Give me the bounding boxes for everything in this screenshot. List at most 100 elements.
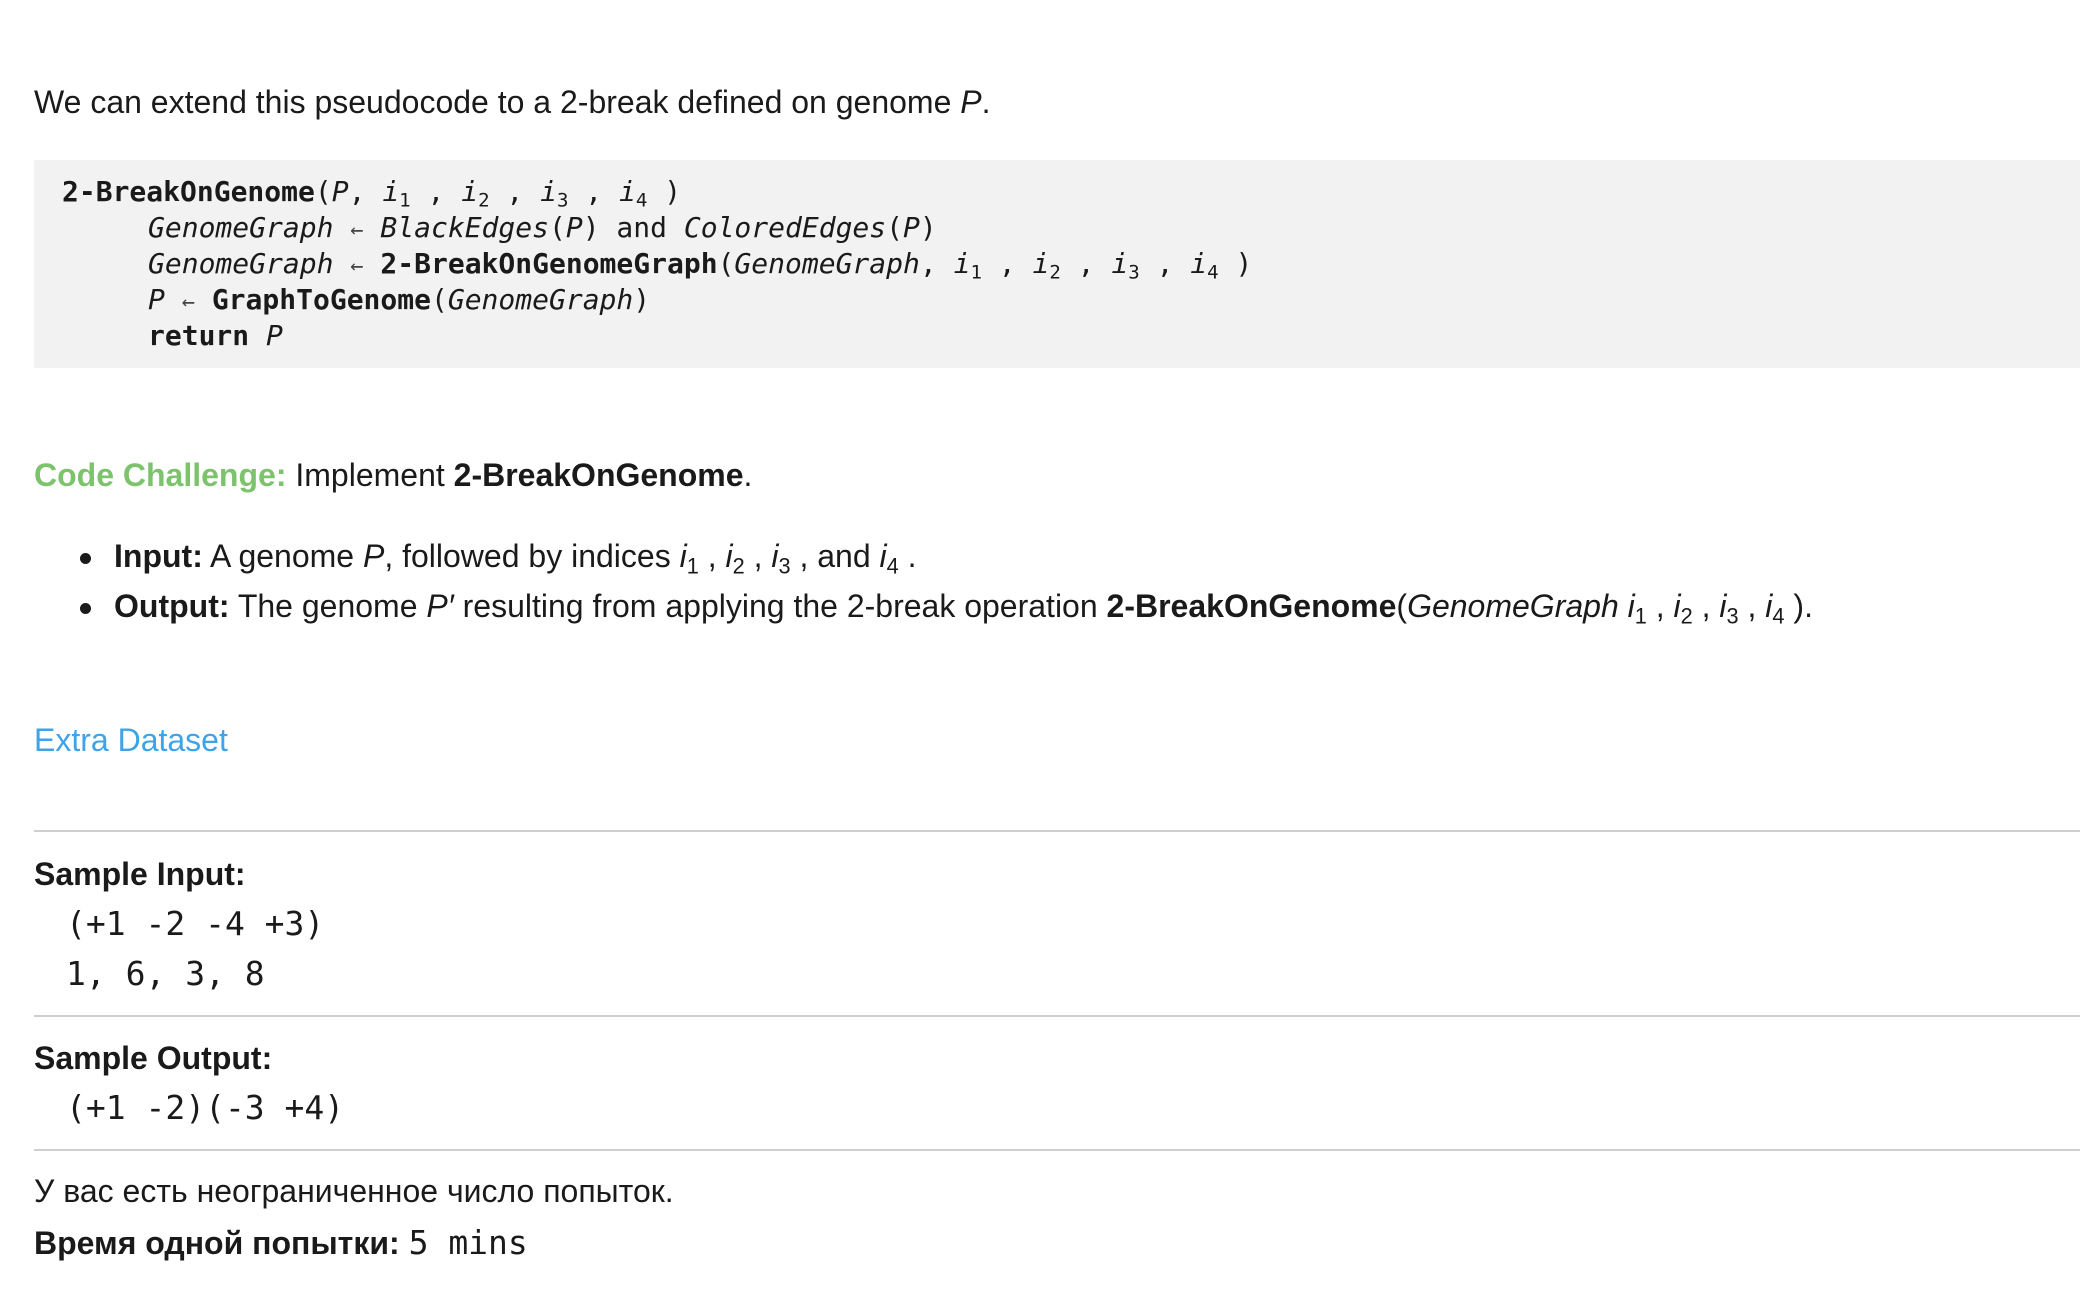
sample-output-title: Sample Output: [34, 1040, 273, 1076]
sample-input-line: (+1 -2 -4 +3) [66, 904, 325, 943]
pseudocode-line-2: GenomeGraph ← BlackEdges(P) and ColoredE… [148, 210, 937, 249]
param-p: P [148, 283, 165, 316]
paren-open: ( [717, 247, 735, 280]
paren-close: ) [582, 211, 600, 244]
input-and: and [817, 538, 880, 574]
param-p: P [331, 175, 349, 208]
pseudocode-line-4: P ← GraphToGenome(GenomeGraph) [148, 282, 650, 321]
index-var: i [953, 247, 971, 280]
assign-arrow-icon: ← [181, 290, 195, 315]
sub: 3 [556, 189, 569, 212]
fn-name: 2-BreakOnGenome [62, 175, 315, 208]
output-fn-name: 2-BreakOnGenome [1106, 588, 1397, 624]
attempts-info: У вас есть неограниченное число попыток. [34, 1173, 674, 1209]
genome-graph-var: GenomeGraph [734, 247, 920, 280]
index-var: i [725, 538, 733, 574]
pseudocode-block: 2-BreakOnGenome(P, i1 , i2 , i3 , i4 ) G… [34, 160, 2080, 368]
sep: , [919, 247, 954, 280]
paren-open: ( [430, 283, 448, 316]
input-text: , followed by indices [384, 538, 680, 574]
sub: 2 [1049, 261, 1061, 284]
sub: 1 [686, 553, 699, 579]
sub: 1 [399, 189, 411, 212]
sub: 1 [1634, 603, 1647, 629]
divider [34, 1149, 2080, 1151]
input-text: A genome [202, 538, 363, 574]
sub: 4 [1772, 603, 1785, 629]
sample-input-title: Sample Input: [34, 856, 246, 892]
output-text: The genome [229, 588, 427, 624]
graph-fn-name: 2-BreakOnGenomeGraph [380, 247, 718, 280]
io-bullet-list: Input: A genome P, followed by indices i… [34, 536, 1813, 636]
output-graph-var: GenomeGraph [1407, 588, 1628, 624]
sub: 3 [1726, 603, 1739, 629]
sub: 3 [1128, 261, 1140, 284]
sub: 3 [778, 553, 791, 579]
index-var: i [540, 175, 557, 208]
param-p: P [565, 211, 583, 244]
code-challenge-heading: Code Challenge: Implement 2-BreakOnGenom… [34, 455, 752, 495]
index-var: i [1673, 588, 1681, 624]
paren-close: ) [633, 283, 651, 316]
colored-edges-fn: ColoredEdges [683, 211, 887, 244]
extra-dataset-link[interactable]: Extra Dataset [34, 720, 228, 760]
paren-close: ) [1235, 247, 1253, 280]
paren-open: ( [1396, 588, 1408, 624]
index-var: i [879, 538, 887, 574]
index-var: i [461, 175, 479, 208]
pseudocode-line-1: 2-BreakOnGenome(P, i1 , i2 , i3 , i4 ) [62, 175, 682, 212]
input-var: P [362, 538, 385, 574]
return-keyword: return [148, 319, 250, 352]
input-label: Input: [114, 538, 203, 574]
challenge-text: Implement [286, 457, 454, 493]
challenge-fn-name: 2-BreakOnGenome [453, 457, 744, 493]
sub: 4 [635, 189, 648, 212]
attempt-time-info: Время одной попытки: 5 mins [34, 1222, 528, 1264]
assign-arrow-icon: ← [350, 218, 364, 243]
param-p: P [266, 319, 283, 352]
intro-end: . [981, 84, 991, 120]
sample-output-line: (+1 -2)(-3 +4) [66, 1088, 345, 1127]
paren-open: ( [314, 175, 332, 208]
sample-input-line: 1, 6, 3, 8 [66, 954, 265, 993]
sub: 4 [886, 553, 899, 579]
time-label: Время одной попытки: [34, 1225, 400, 1261]
sub: 2 [478, 189, 490, 212]
time-value: 5 mins [408, 1223, 528, 1262]
graph-to-genome-fn: GraphToGenome [211, 283, 431, 316]
genome-graph-var: GenomeGraph [447, 283, 634, 316]
and-keyword: and [616, 211, 667, 244]
index-var: i [679, 538, 687, 574]
index-var: i [1111, 247, 1129, 280]
assign-arrow-icon: ← [350, 254, 364, 279]
index-var: i [619, 175, 636, 208]
sub: 1 [970, 261, 982, 284]
genome-graph-var: GenomeGraph [148, 211, 334, 244]
paren-open: ( [886, 211, 904, 244]
index-var: i [1190, 247, 1208, 280]
challenge-title: Code Challenge: [34, 457, 287, 493]
paren-open: ( [548, 211, 566, 244]
input-bullet: Input: A genome P, followed by indices i… [34, 536, 1813, 586]
index-var: i [1719, 588, 1727, 624]
output-bullet: Output: The genome P′ resulting from app… [34, 586, 1813, 636]
divider [34, 1015, 2080, 1017]
paren-close: ) [664, 175, 682, 208]
intro-paragraph: We can extend this pseudocode to a 2-bre… [34, 82, 991, 122]
pseudocode-line-5: return P [148, 318, 283, 354]
output-label: Output: [114, 588, 230, 624]
intro-text: We can extend this pseudocode to a 2-bre… [34, 84, 961, 120]
divider [34, 830, 2080, 832]
sub: 2 [1680, 603, 1693, 629]
paren-close: ) [919, 211, 937, 244]
pseudocode-line-3: GenomeGraph ← 2-BreakOnGenomeGraph(Genom… [148, 247, 1253, 284]
sub: 4 [1207, 261, 1219, 284]
genome-graph-var: GenomeGraph [148, 247, 334, 280]
output-text: resulting from applying the 2-break oper… [453, 588, 1107, 624]
output-var: P′ [426, 588, 454, 624]
index-var: i [382, 175, 400, 208]
sep: , [348, 175, 383, 208]
param-p: P [903, 211, 920, 244]
black-edges-fn: BlackEdges [380, 211, 549, 244]
sub: 2 [732, 553, 745, 579]
